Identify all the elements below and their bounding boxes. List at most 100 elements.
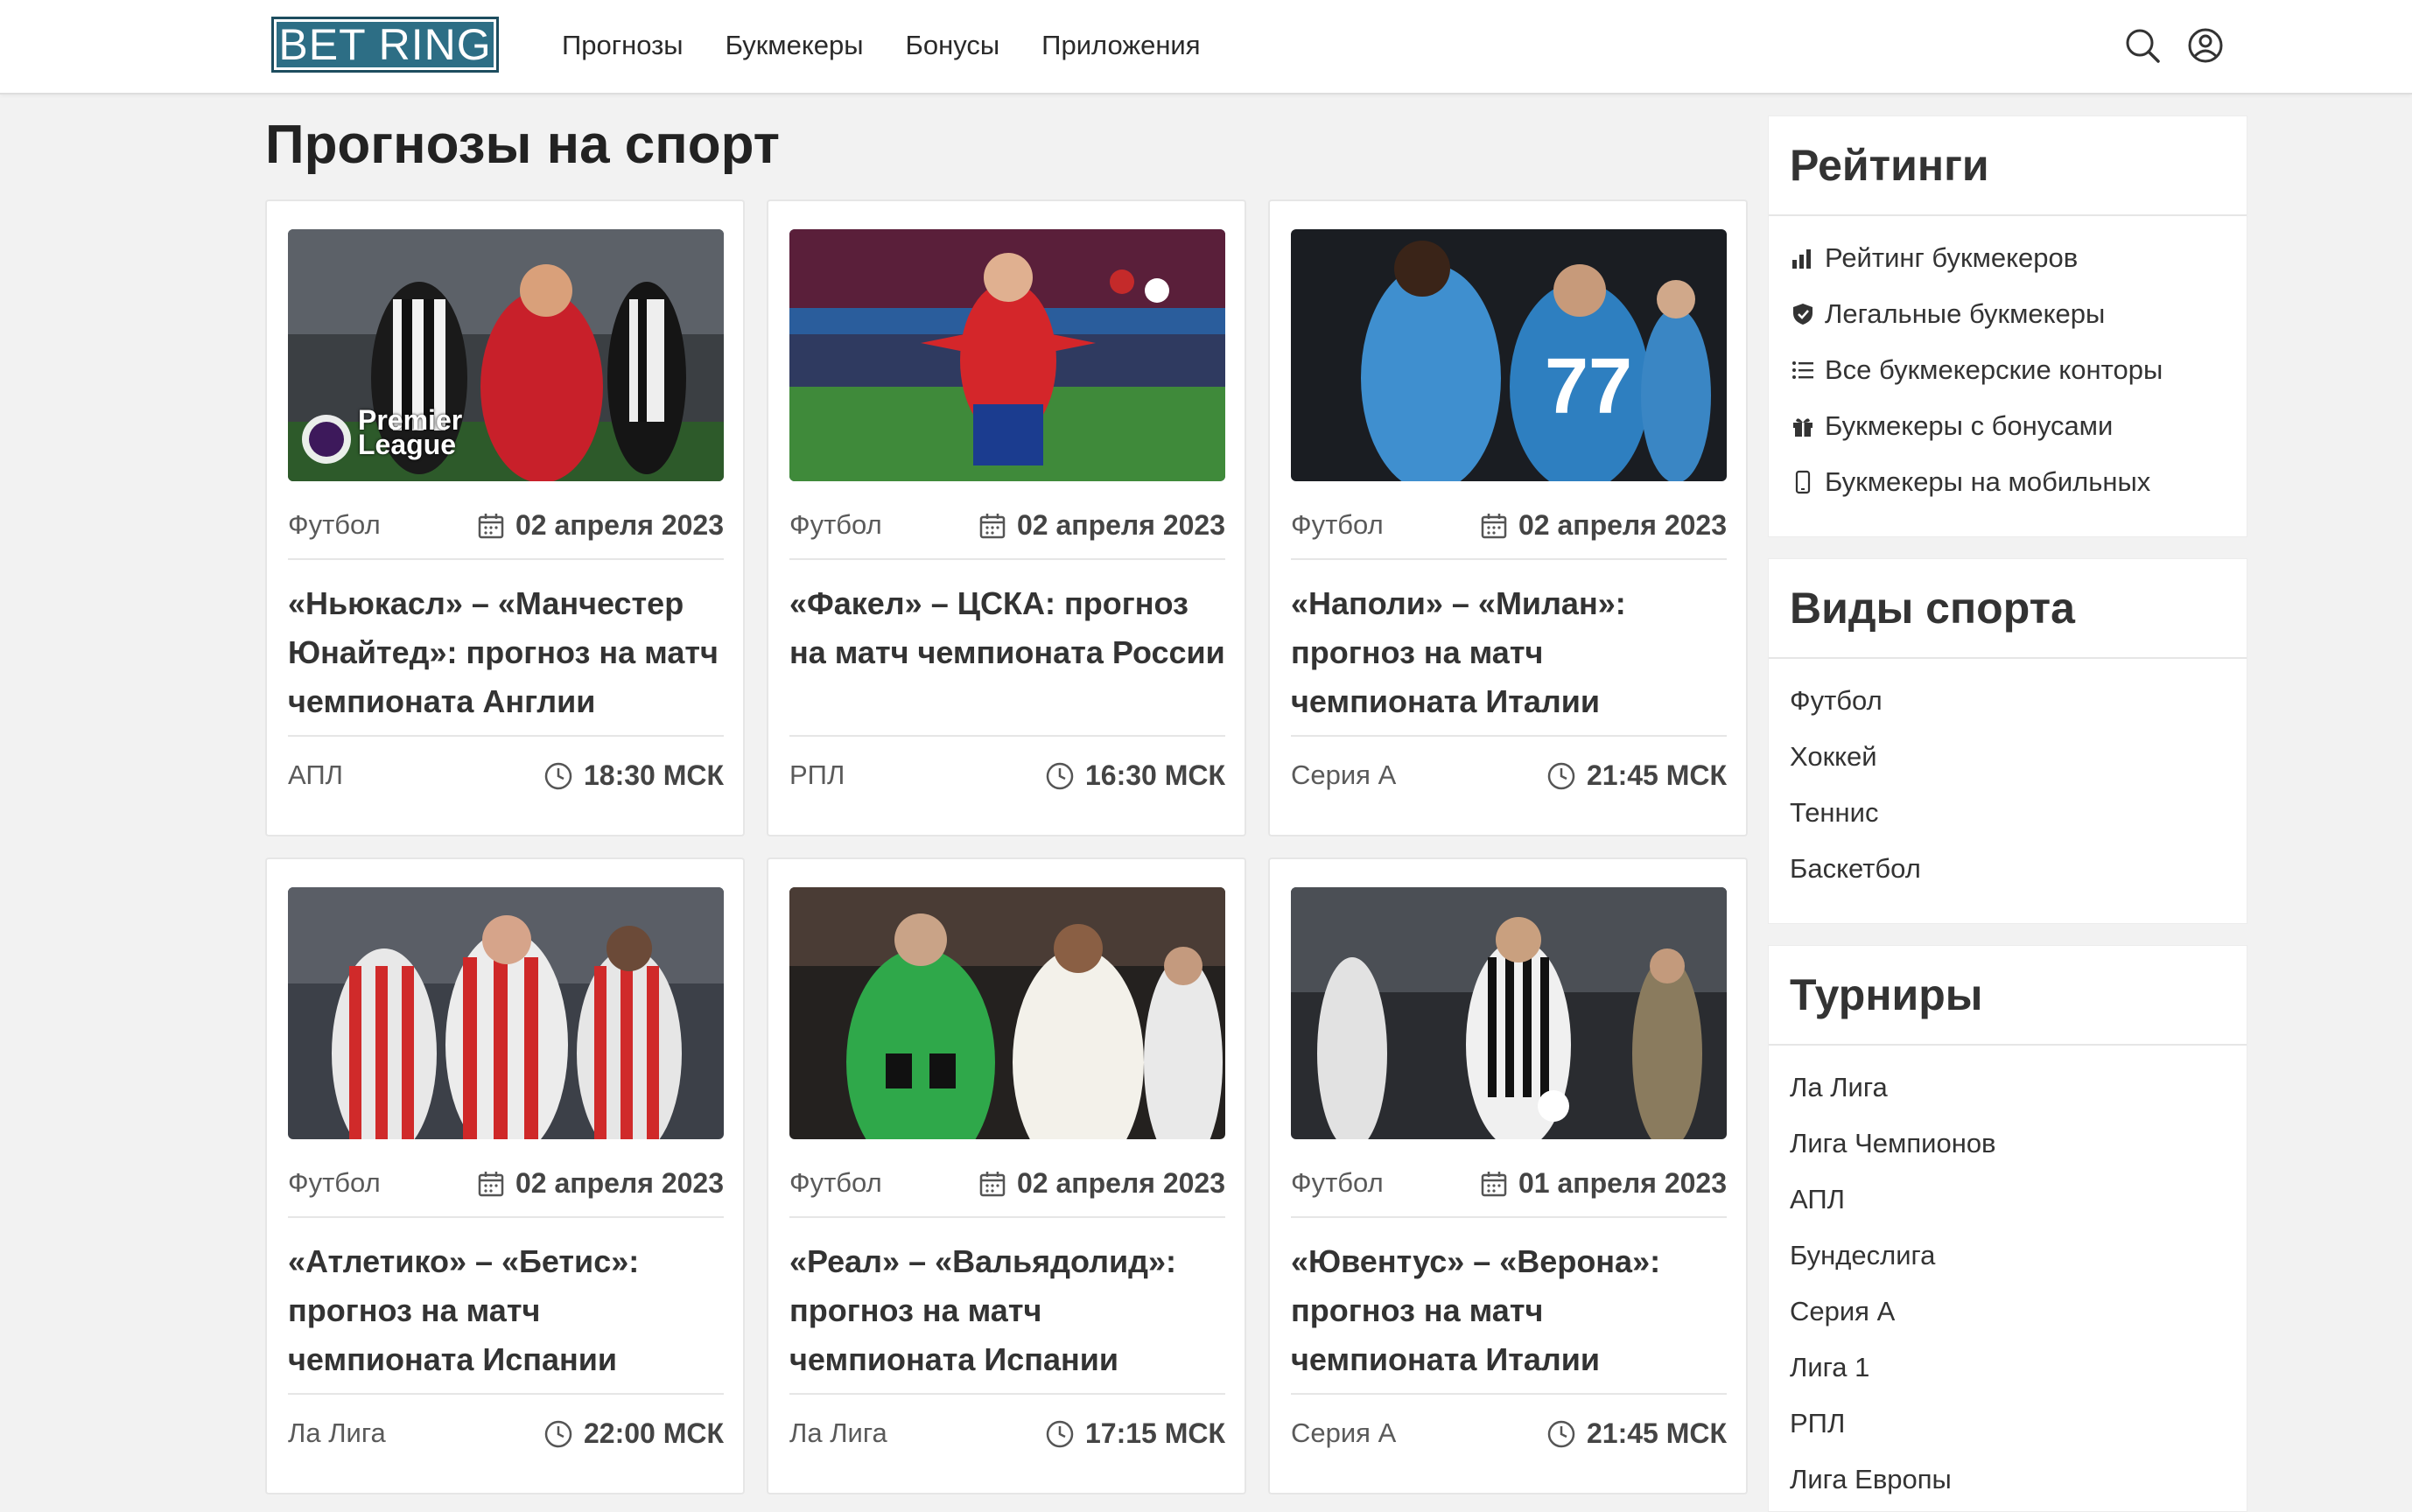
card-footer: Ла Лига 22:00 МСК — [288, 1393, 724, 1477]
site-header: BET RING Прогнозы Букмекеры Бонусы Прило… — [0, 0, 2412, 94]
tournament-item[interactable]: Лига Чемпионов — [1790, 1116, 2247, 1172]
sport-label: Футбол — [1291, 509, 1384, 540]
sport-item-tennis[interactable]: Теннис — [1790, 785, 2247, 841]
date-text: 01 апреля 2023 — [1518, 1167, 1727, 1199]
ratings-item-bonuses[interactable]: Букмекеры с бонусами — [1790, 398, 2247, 454]
user-icon[interactable] — [2186, 26, 2225, 65]
card-title[interactable]: «Ювентус» – «Верона»: прогноз на матч че… — [1291, 1237, 1727, 1384]
ratings-item-all[interactable]: Все букмекерские конторы — [1790, 342, 2247, 398]
match-photo[interactable]: Premier League — [288, 229, 724, 481]
card-title[interactable]: «Реал» – «Вальядолид»: прогноз на матч ч… — [789, 1237, 1225, 1384]
date-text: 02 апреля 2023 — [515, 509, 724, 541]
match-date: 01 апреля 2023 — [1480, 1167, 1727, 1200]
search-icon[interactable] — [2123, 26, 2162, 65]
date-text: 02 апреля 2023 — [1518, 509, 1727, 541]
calendar-icon — [478, 513, 504, 538]
gift-icon — [1790, 413, 1816, 439]
nav-apps[interactable]: Приложения — [1041, 26, 1200, 65]
clock-icon — [1547, 1420, 1575, 1447]
date-text: 02 апреля 2023 — [1016, 509, 1225, 541]
ratings-item-mobile[interactable]: Букмекеры на мобильных — [1790, 454, 2247, 510]
match-photo[interactable] — [1291, 887, 1727, 1139]
nav-bookmakers[interactable]: Букмекеры — [726, 26, 864, 65]
card-meta: Футбол 02 апреля 2023 — [789, 1157, 1225, 1218]
forecast-card[interactable]: Premier League Футбол 02 апреля 2023 «Нью… — [265, 200, 745, 836]
calendar-icon — [478, 1171, 504, 1196]
card-meta: Футбол 02 апреля 2023 — [288, 1157, 724, 1218]
match-photo[interactable] — [789, 887, 1225, 1139]
tournament-item[interactable]: Серия А — [1790, 1284, 2247, 1340]
card-title[interactable]: «Факел» – ЦСКА: прогноз на матч чемпиона… — [789, 579, 1225, 677]
sport-label: Футбол — [288, 509, 381, 540]
calendar-icon — [979, 1171, 1006, 1196]
logo-text: BET RING — [278, 20, 492, 69]
ratings-title: Рейтинги — [1769, 116, 2247, 216]
calendar-icon — [979, 513, 1006, 538]
card-title[interactable]: «Атлетико» – «Бетис»: прогноз на матч че… — [288, 1237, 724, 1384]
tournament-item[interactable]: Лига 1 — [1790, 1340, 2247, 1396]
match-date: 02 апреля 2023 — [978, 509, 1225, 542]
league-label: Ла Лига — [288, 1418, 386, 1448]
sport-label: Футбол — [1291, 1167, 1384, 1198]
match-photo[interactable] — [789, 229, 1225, 481]
card-meta: Футбол 01 апреля 2023 — [1291, 1157, 1727, 1218]
ratings-item-label: Букмекеры на мобильных — [1825, 466, 2151, 497]
clock-icon — [1046, 762, 1074, 789]
ratings-item-legal[interactable]: Легальные букмекеры — [1790, 286, 2247, 342]
match-photo[interactable]: 77 — [1291, 229, 1727, 481]
sport-label: Футбол — [789, 509, 882, 540]
match-time: 17:15 МСК — [1045, 1418, 1225, 1450]
card-title[interactable]: «Наполи» – «Милан»: прогноз на матч чемп… — [1291, 579, 1727, 726]
sport-item-hockey[interactable]: Хоккей — [1790, 729, 2247, 785]
sport-item-football[interactable]: Футбол — [1790, 673, 2247, 729]
date-text: 02 апреля 2023 — [515, 1167, 724, 1199]
league-label: Ла Лига — [789, 1418, 887, 1448]
ratings-item-bookmaker-rating[interactable]: Рейтинг букмекеров — [1790, 230, 2247, 286]
match-date: 02 апреля 2023 — [477, 1167, 724, 1200]
ratings-item-label: Рейтинг букмекеров — [1825, 242, 2079, 273]
forecast-card[interactable]: Футбол 01 апреля 2023 «Ювентус» – «Верон… — [1268, 858, 1748, 1494]
bar-chart-icon — [1790, 245, 1816, 271]
shield-check-icon — [1790, 301, 1816, 327]
match-photo[interactable] — [288, 887, 724, 1139]
tournament-item[interactable]: Бундеслига — [1790, 1228, 2247, 1284]
match-time: 18:30 МСК — [543, 760, 724, 792]
nav-bonuses[interactable]: Бонусы — [906, 26, 1000, 65]
card-footer: РПЛ 16:30 МСК — [789, 735, 1225, 819]
match-date: 02 апреля 2023 — [978, 1167, 1225, 1200]
calendar-icon — [1481, 1171, 1507, 1196]
card-meta: Футбол 02 апреля 2023 — [1291, 499, 1727, 560]
time-text: 18:30 МСК — [583, 760, 724, 791]
card-footer: АПЛ 18:30 МСК — [288, 735, 724, 819]
tournaments-title: Турниры — [1769, 946, 2247, 1046]
forecast-card[interactable]: Футбол 02 апреля 2023 «Факел» – ЦСКА: пр… — [767, 200, 1246, 836]
ratings-item-label: Легальные букмекеры — [1825, 298, 2106, 329]
page-title: Прогнозы на спорт — [265, 115, 781, 175]
league-label: Серия А — [1291, 1418, 1397, 1448]
card-footer: Серия А 21:45 МСК — [1291, 735, 1727, 819]
time-text: 21:45 МСК — [1586, 1418, 1727, 1449]
sport-item-basketball[interactable]: Баскетбол — [1790, 841, 2247, 897]
match-time: 21:45 МСК — [1546, 760, 1727, 792]
card-footer: Серия А 21:45 МСК — [1291, 1393, 1727, 1477]
date-text: 02 апреля 2023 — [1016, 1167, 1225, 1199]
tournament-item[interactable]: Лига Европы — [1790, 1452, 2247, 1508]
time-text: 16:30 МСК — [1084, 760, 1225, 791]
card-title[interactable]: «Ньюкасл» – «Манчестер Юнайтед»: прогноз… — [288, 579, 724, 726]
sport-label: Футбол — [288, 1167, 381, 1198]
card-footer: Ла Лига 17:15 МСК — [789, 1393, 1225, 1477]
ratings-item-label: Букмекеры с бонусами — [1825, 410, 2114, 441]
premier-league-badge: Premier League — [358, 404, 463, 460]
site-logo[interactable]: BET RING — [271, 17, 499, 73]
nav-forecasts[interactable]: Прогнозы — [562, 26, 684, 65]
card-meta: Футбол 02 апреля 2023 — [288, 499, 724, 560]
clock-icon — [544, 1420, 572, 1447]
forecast-card[interactable]: Футбол 02 апреля 2023 «Атлетико» – «Бети… — [265, 858, 745, 1494]
tournament-item[interactable]: АПЛ — [1790, 1172, 2247, 1228]
match-date: 02 апреля 2023 — [1480, 509, 1727, 542]
tournament-item[interactable]: РПЛ — [1790, 1396, 2247, 1452]
tournament-item[interactable]: Ла Лига — [1790, 1060, 2247, 1116]
forecast-card[interactable]: Футбол 02 апреля 2023 «Реал» – «Вальядол… — [767, 858, 1246, 1494]
sport-label: Футбол — [789, 1167, 882, 1198]
forecast-card[interactable]: 77 Футбол 02 апреля 2023 «Наполи» – «Мил… — [1268, 200, 1748, 836]
